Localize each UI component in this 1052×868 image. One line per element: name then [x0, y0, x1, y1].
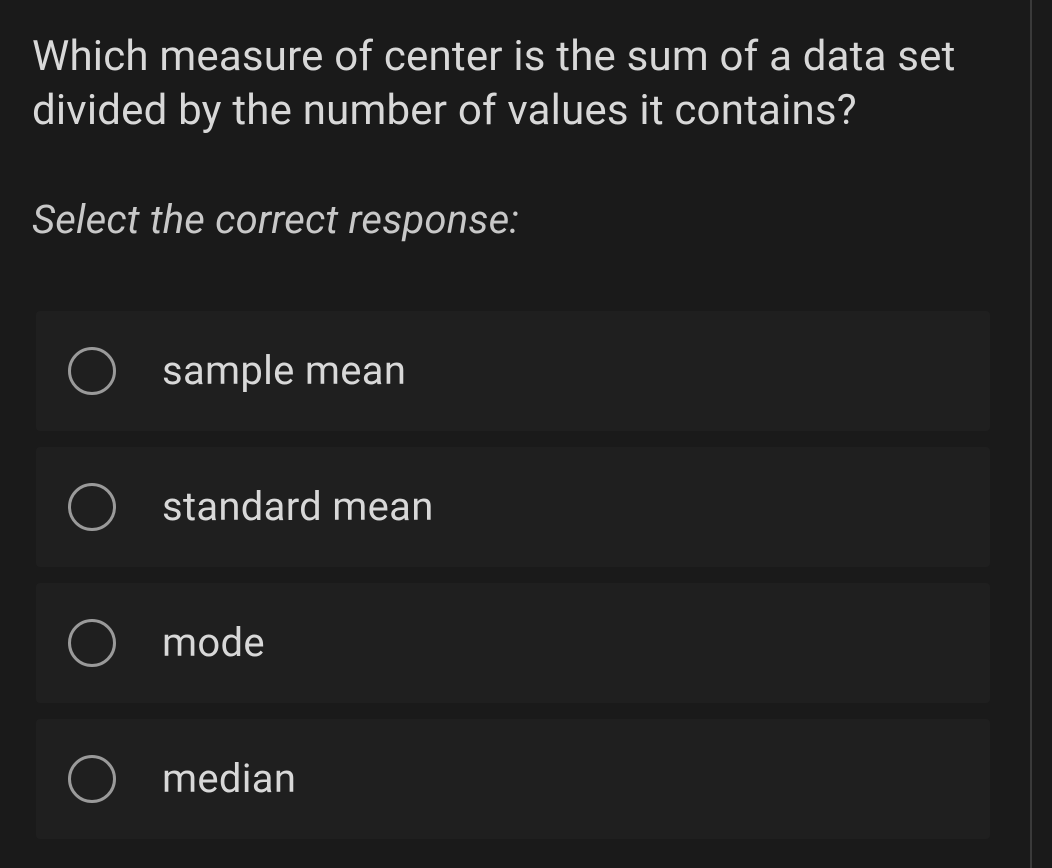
- quiz-container: Which measure of center is the sum of a …: [0, 0, 1032, 868]
- option-label: median: [162, 755, 296, 802]
- option-label: standard mean: [162, 483, 434, 530]
- instruction-text: Select the correct response:: [32, 196, 998, 243]
- option-label: mode: [162, 619, 265, 666]
- option-mode[interactable]: mode: [36, 583, 990, 703]
- radio-icon: [68, 483, 116, 531]
- question-text: Which measure of center is the sum of a …: [32, 30, 998, 138]
- option-label: sample mean: [162, 347, 406, 394]
- radio-icon: [68, 347, 116, 395]
- options-group: sample mean standard mean mode median: [32, 311, 998, 839]
- radio-icon: [68, 619, 116, 667]
- radio-icon: [68, 755, 116, 803]
- option-sample-mean[interactable]: sample mean: [36, 311, 990, 431]
- option-median[interactable]: median: [36, 719, 990, 839]
- option-standard-mean[interactable]: standard mean: [36, 447, 990, 567]
